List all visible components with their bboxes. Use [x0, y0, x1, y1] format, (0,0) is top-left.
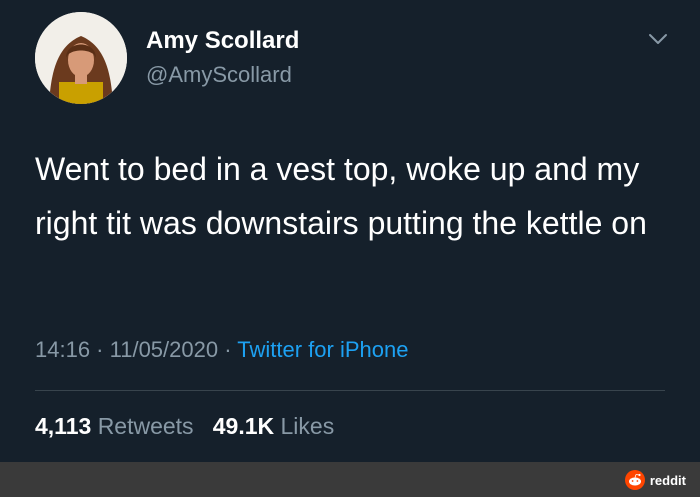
- retweets-stat[interactable]: 4,113 Retweets: [35, 413, 194, 439]
- avatar-image: [35, 12, 127, 104]
- reddit-logo-icon: [624, 470, 645, 490]
- avatar[interactable]: [35, 12, 127, 104]
- tweet-card: Amy Scollard @AmyScollard Went to bed in…: [0, 0, 700, 462]
- reddit-watermark: reddit: [624, 469, 686, 491]
- tweet-date: 11/05/2020: [109, 337, 219, 362]
- divider: [35, 390, 665, 391]
- retweets-count: 4,113: [35, 413, 92, 439]
- display-name[interactable]: Amy Scollard: [146, 27, 299, 55]
- reddit-wordmark: reddit: [649, 472, 686, 488]
- user-handle[interactable]: @AmyScollard: [146, 62, 292, 88]
- likes-stat[interactable]: 49.1K Likes: [213, 413, 334, 439]
- tweet-stats: 4,113 Retweets 49.1K Likes: [35, 413, 334, 440]
- tweet-meta: 14:16 · 11/05/2020 · Twitter for iPhone: [35, 337, 408, 363]
- tweet-time: 14:16: [35, 337, 91, 362]
- tweet-source-link[interactable]: Twitter for iPhone: [237, 337, 408, 362]
- likes-count: 49.1K: [212, 413, 275, 439]
- chevron-down-icon[interactable]: [648, 32, 668, 46]
- meta-separator: ·: [90, 337, 110, 362]
- meta-separator: ·: [218, 337, 238, 362]
- watermark-bar: reddit: [0, 462, 700, 497]
- likes-label: Likes: [280, 413, 335, 439]
- tweet-text: Went to bed in a vest top, woke up and m…: [35, 151, 647, 241]
- retweets-label: Retweets: [97, 413, 194, 439]
